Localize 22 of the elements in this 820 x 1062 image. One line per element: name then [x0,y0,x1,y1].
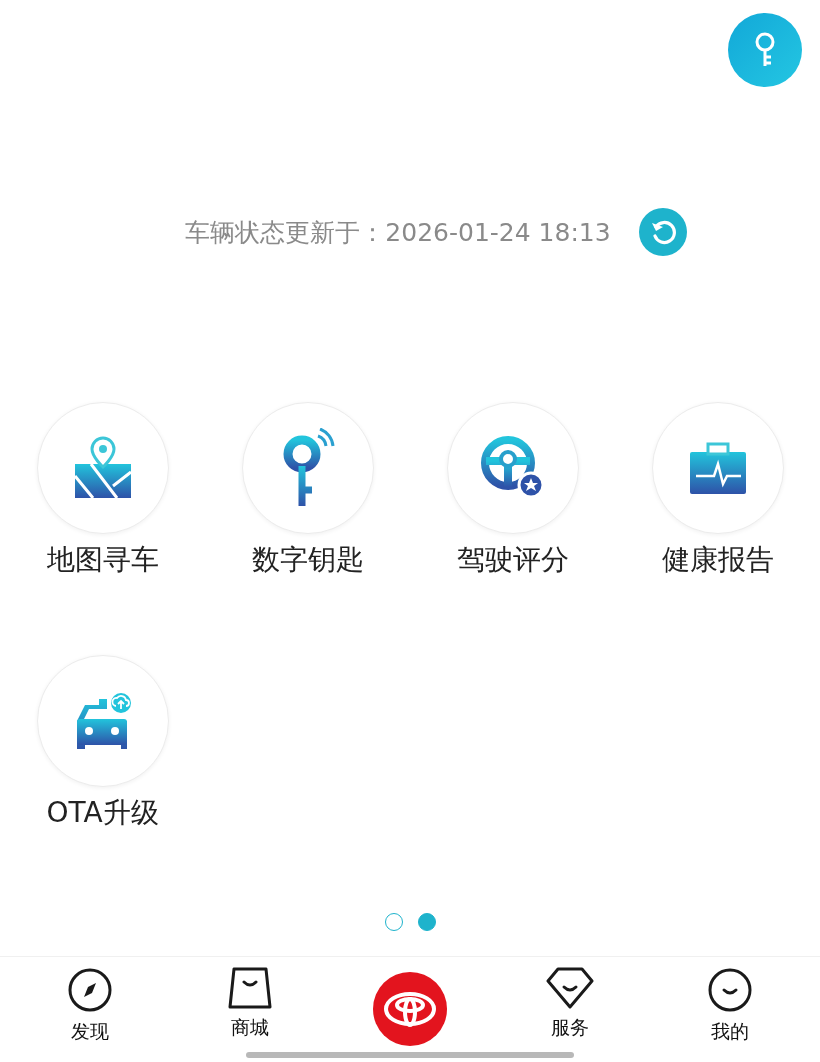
page-dot[interactable] [384,913,403,931]
tab-label[interactable]: 发现 [71,1019,109,1043]
feature-label[interactable]: 健康报告 [661,542,774,578]
feature-label[interactable]: 数字钥匙 [251,542,364,578]
refresh-icon [649,219,676,245]
tab-label[interactable]: 服务 [551,1015,589,1039]
map-pin-icon [72,436,133,500]
smiley-icon [707,967,753,1013]
feature-label[interactable]: OTA升级 [46,795,159,831]
brand-logo-icon[interactable] [373,972,447,1046]
feature-label[interactable]: 驾驶评分 [456,542,569,578]
status-update-text: 车辆状态更新于：2026-01-24 18:13 [185,216,611,249]
shopping-bag-icon [228,967,272,1009]
compass-icon [67,967,113,1013]
diamond-icon [546,967,594,1009]
clipboard-pulse-icon [687,440,748,496]
key-icon [754,32,776,68]
refresh-button[interactable] [638,208,687,256]
tab-label[interactable]: 我的 [711,1019,749,1043]
feature-label[interactable]: 地图寻车 [46,542,159,578]
tab-label[interactable]: 商城 [231,1015,269,1039]
page-dot[interactable] [417,913,436,931]
